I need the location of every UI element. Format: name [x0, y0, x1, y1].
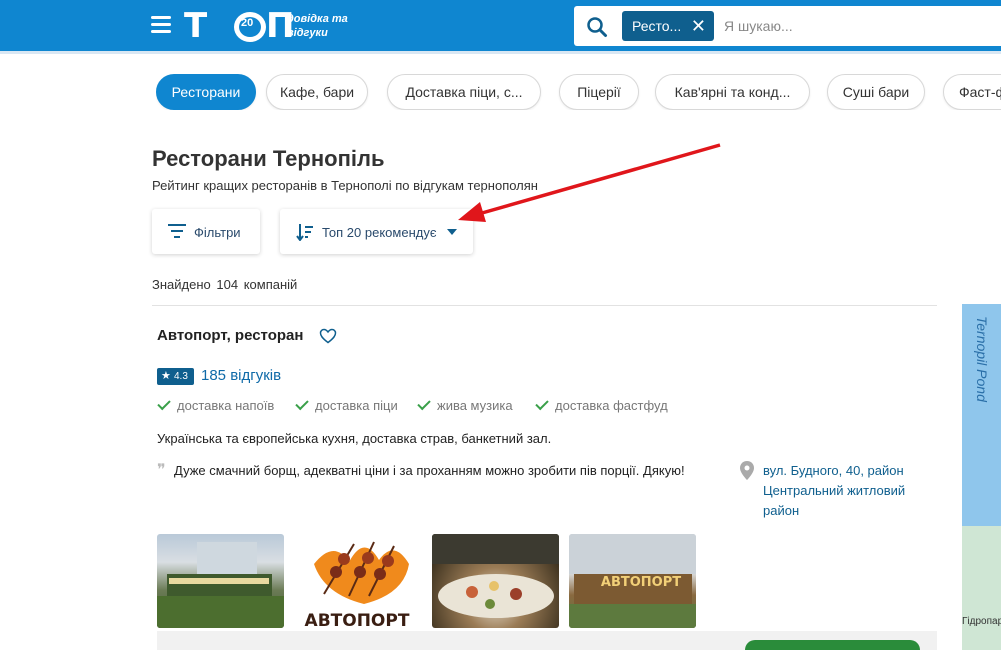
feature-label: доставка піци: [315, 398, 398, 413]
photo-banquet-image: [432, 534, 559, 618]
companies-label: компаній: [243, 277, 298, 292]
menu-icon[interactable]: [151, 16, 171, 34]
photo-sign-text: АВТОПОРТ: [601, 575, 681, 590]
star-icon: ★: [161, 370, 171, 382]
listing-title[interactable]: Автопорт, ресторан: [157, 327, 303, 344]
divider: [152, 305, 937, 306]
filter-icon: [168, 224, 186, 238]
map-panel[interactable]: Ternopil Pond Гідропар: [962, 304, 1001, 650]
sort-icon: [296, 224, 313, 241]
photo-building-image: [157, 542, 284, 628]
logo-subtitle-line1: довідка та: [287, 13, 348, 25]
feature-item: жива музика: [417, 396, 513, 413]
feature-label: доставка напоїв: [177, 398, 275, 413]
search-bar: Ресто... ✕: [574, 6, 1001, 46]
listing-photo[interactable]: [157, 534, 284, 628]
search-icon[interactable]: [586, 16, 608, 38]
feature-item: доставка напоїв: [157, 396, 275, 413]
feature-label: жива музика: [437, 398, 513, 413]
annotation-arrow: [458, 143, 721, 222]
check-icon: [157, 396, 171, 411]
category-pill-coffee[interactable]: Кав'ярні та конд...: [655, 74, 810, 110]
heart-icon[interactable]: [319, 328, 337, 344]
category-pill-cafes[interactable]: Кафе, бари: [266, 74, 368, 110]
sort-label: Топ 20 рекомендує: [322, 225, 437, 240]
listing-address[interactable]: вул. Будного, 40, район Центральний житл…: [763, 461, 933, 521]
check-icon: [535, 396, 549, 411]
listing-photo-logo[interactable]: АВТОПОРТ: [294, 534, 421, 628]
feature-item: доставка фастфуд: [535, 396, 668, 413]
page-title: Ресторани Тернопіль: [152, 146, 385, 171]
listing-photo[interactable]: [432, 534, 559, 628]
review-quote: Дуже смачний борщ, адекватні ціни і за п…: [174, 463, 685, 478]
found-label: Знайдено: [152, 277, 211, 292]
kebab-logo-image: АВТОПОРТ: [305, 541, 410, 628]
category-pill-fastfood[interactable]: Фаст-ф: [943, 74, 1001, 110]
listing-photo[interactable]: АВТОПОРТ: [569, 534, 696, 628]
reviews-link[interactable]: 185 відгуків: [201, 367, 281, 384]
listing-action-button[interactable]: [745, 640, 920, 650]
filters-label: Фільтри: [194, 225, 241, 240]
found-count: 104: [216, 277, 239, 292]
logo-badge: 20: [241, 17, 254, 29]
map-land-area: [962, 526, 1001, 650]
rating-badge: ★ 4.3: [157, 368, 194, 385]
filters-button[interactable]: Фільтри: [152, 209, 260, 254]
search-category-chip[interactable]: Ресто... ✕: [622, 11, 714, 41]
site-logo[interactable]: Т 20 П довідка та відгуки: [184, 8, 354, 46]
category-pill-sushi[interactable]: Суші бари: [827, 74, 925, 110]
logo-subtitle: довідка та відгуки: [287, 12, 348, 40]
map-park-label: Гідропар: [962, 616, 1001, 627]
map-pond-label: Ternopil Pond: [974, 316, 990, 402]
category-pill-pizzerias[interactable]: Піцерії: [559, 74, 639, 110]
check-icon: [417, 396, 431, 411]
listing-description: Українська та європейська кухня, доставк…: [157, 431, 552, 446]
feature-label: доставка фастфуд: [555, 398, 668, 413]
top-header: Т 20 П довідка та відгуки Ресто... ✕: [0, 0, 1001, 54]
photo-logo-text: АВТОПОРТ: [305, 611, 410, 628]
category-pill-pizza-delivery[interactable]: Доставка піци, с...: [387, 74, 541, 110]
location-pin-icon: [740, 461, 754, 480]
logo-subtitle-line2: відгуки: [287, 27, 328, 39]
feature-item: доставка піци: [295, 396, 398, 413]
category-pill-restaurants[interactable]: Ресторани: [156, 74, 256, 110]
results-count: Знайдено 104 компаній: [152, 277, 297, 292]
photo-exterior-image: АВТОПОРТ: [569, 534, 696, 628]
search-input[interactable]: [724, 14, 994, 38]
category-pills: Ресторани Кафе, бари Доставка піци, с...…: [156, 74, 1001, 110]
rating-value: 4.3: [174, 371, 188, 382]
search-chip-label: Ресто...: [632, 18, 682, 34]
close-icon[interactable]: ✕: [691, 11, 706, 41]
check-icon: [295, 396, 309, 411]
logo-letter-t: Т: [184, 6, 207, 46]
